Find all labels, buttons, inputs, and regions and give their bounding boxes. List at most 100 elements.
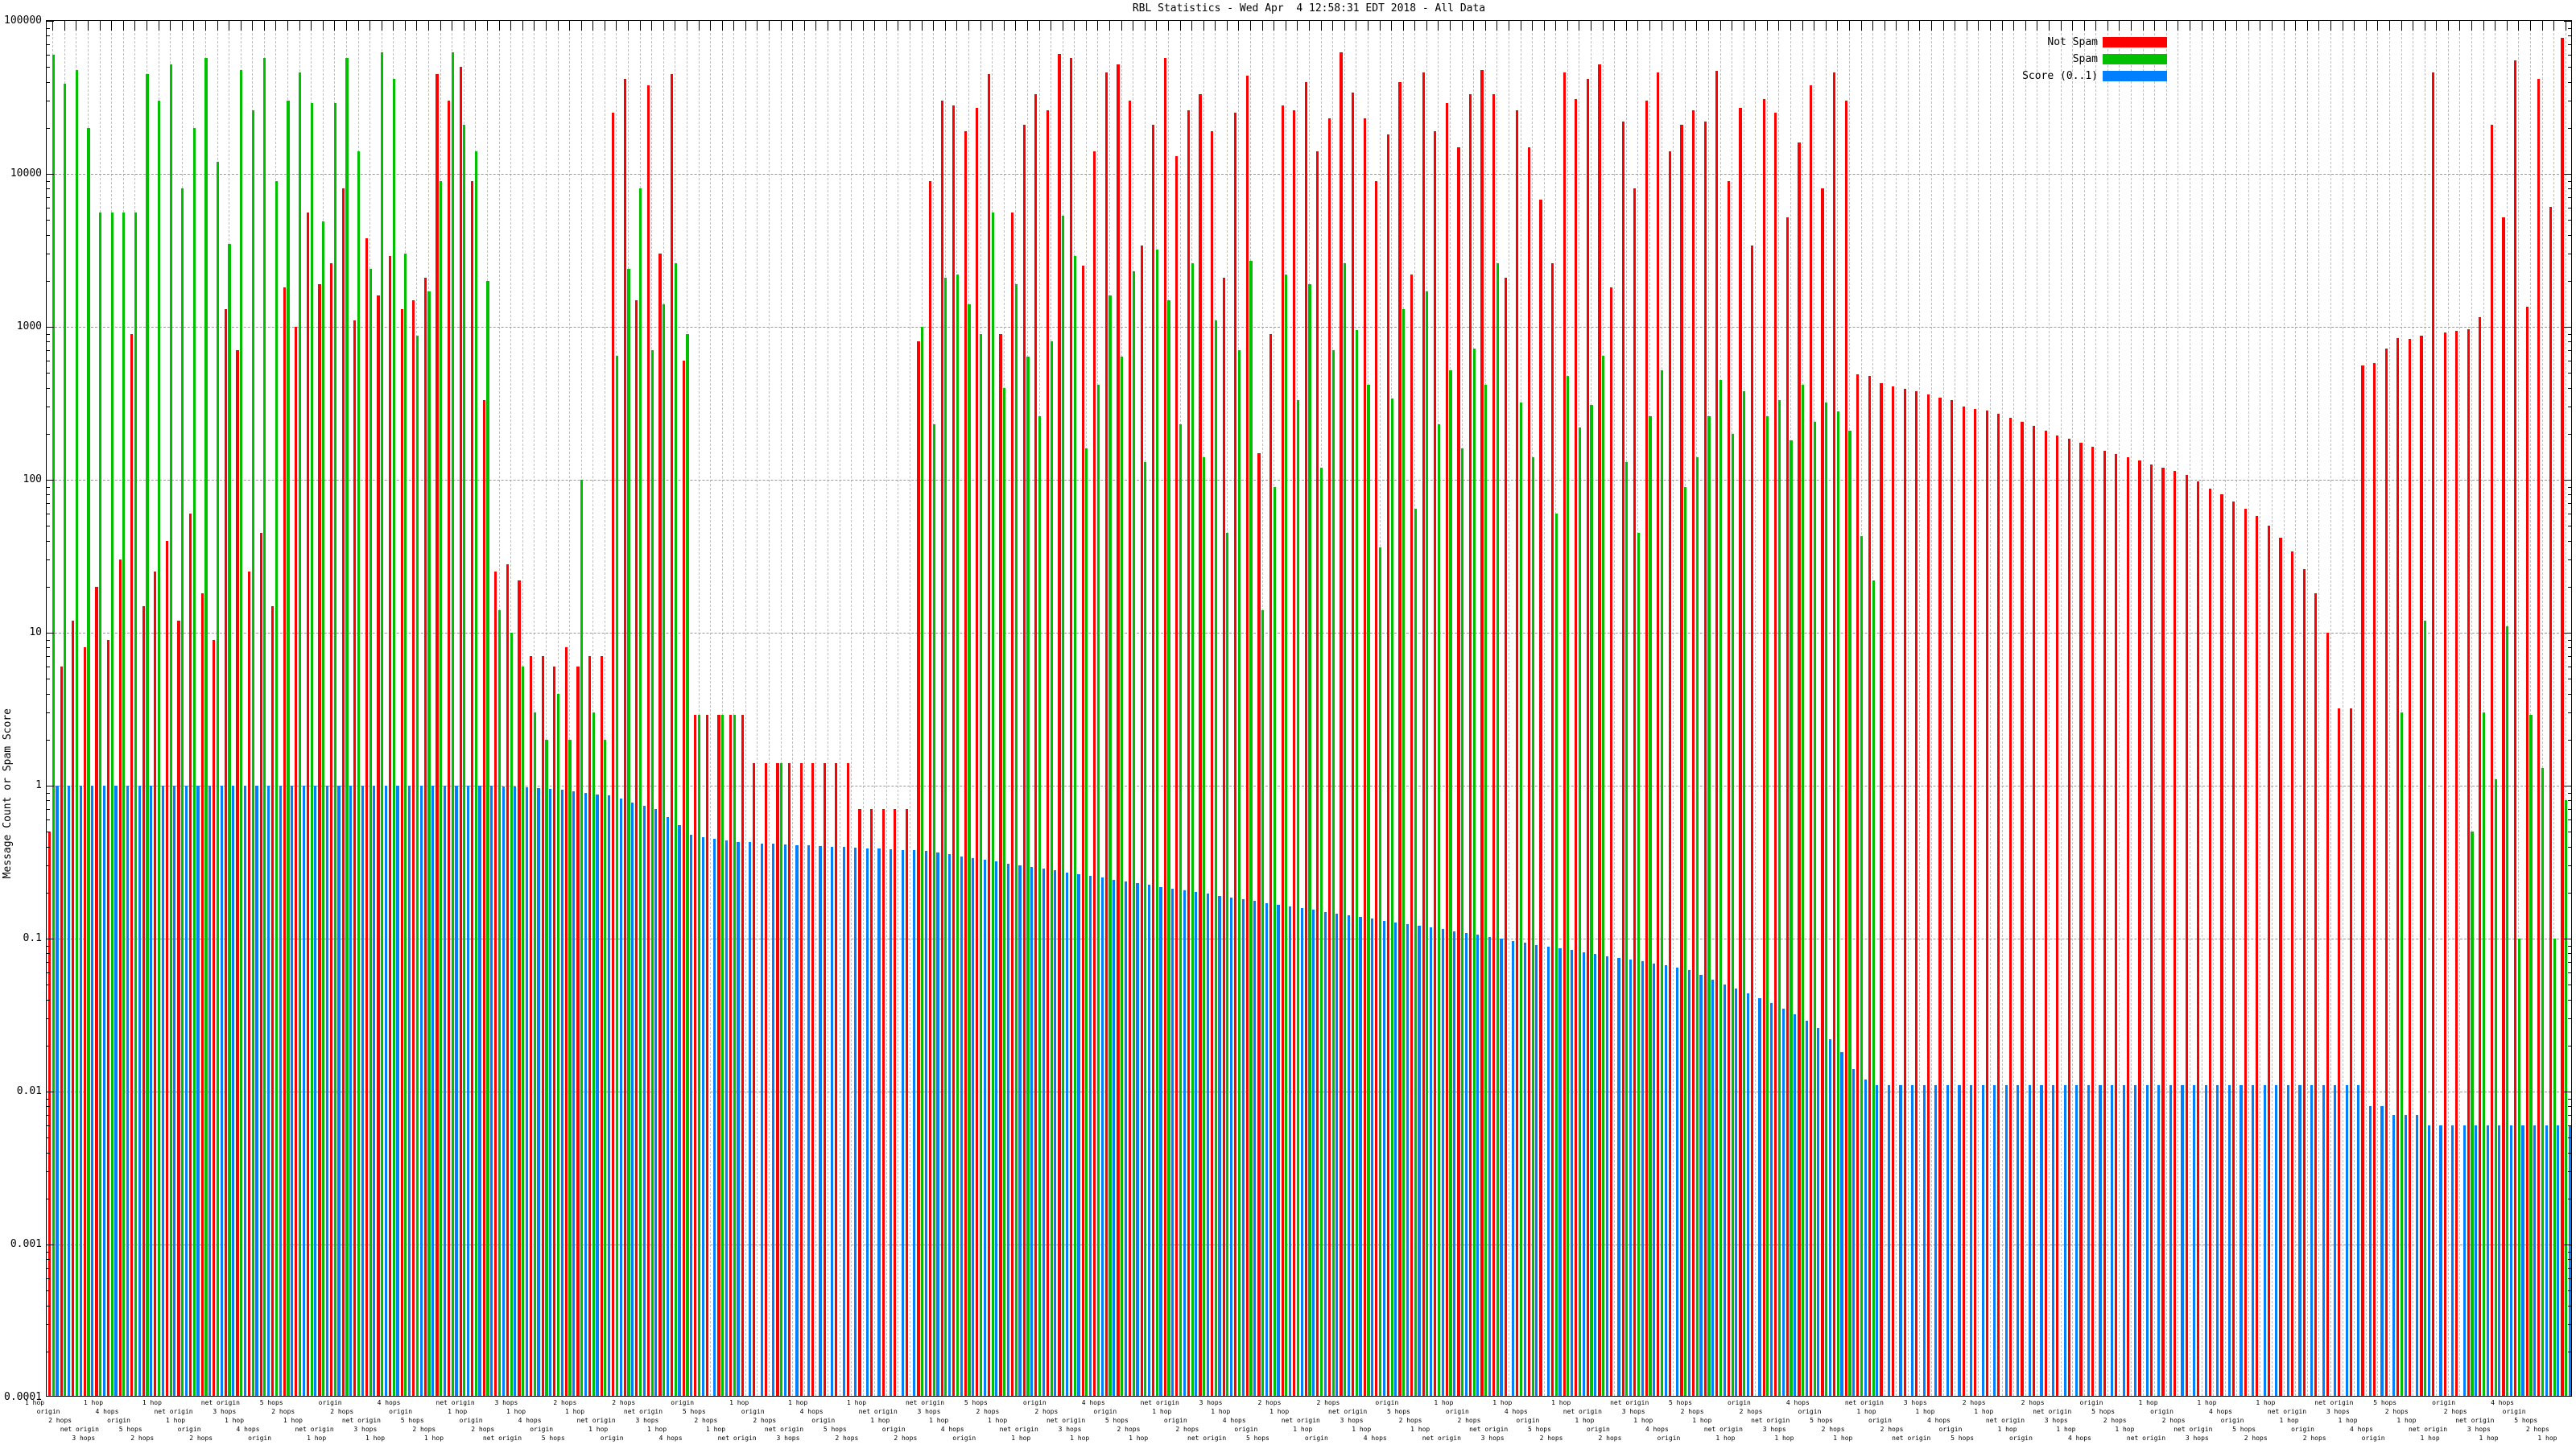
left-axis-tick [47,486,50,488]
top-tick [181,21,183,31]
bar-not-spam [835,763,838,1396]
bar-not-spam [1340,52,1343,1396]
bar-not-spam [2302,569,2306,1396]
bar-not-spam [2361,365,2364,1396]
bar-spam [2400,712,2404,1396]
bar-spam [345,58,349,1396]
bar-not-spam [2149,464,2153,1396]
x-tick-label: 4 hops [799,1408,824,1415]
left-axis-tick [47,55,50,56]
bar-not-spam [2314,593,2318,1396]
bar-score-0-1 [1523,943,1526,1396]
bar-spam [663,304,666,1396]
left-axis-tick [47,433,50,435]
left-axis-tick [47,892,50,894]
bar-score-0-1 [419,786,423,1396]
bar-not-spam [1657,72,1660,1396]
bar-spam [1062,216,1065,1396]
bar-spam [522,667,525,1396]
bar-not-spam [999,333,1002,1396]
bar-not-spam [2008,417,2013,1396]
right-axis-tick [2564,174,2571,175]
bar-score-0-1 [1781,1008,1785,1396]
x-tick-label: 5 hops [1104,1417,1129,1424]
x-tick-label: 2 hops [1739,1408,1763,1415]
x-tick-label: 1 hop [1856,1408,1876,1415]
x-tick-label: origin [1868,1417,1892,1424]
left-axis-tick [47,819,50,821]
vertical-gridline [2048,21,2050,1396]
bar-score-0-1 [2322,1085,2325,1396]
vertical-gridline [2095,21,2097,1396]
vertical-gridline [2142,21,2144,1396]
top-tick [1649,21,1650,31]
bar-not-spam [2220,494,2223,1396]
bar-spam [1567,375,1570,1396]
bar-score-0-1 [619,799,622,1396]
bar-not-spam [753,763,756,1396]
left-axis-tick [47,739,50,741]
vertical-gridline [2013,21,2015,1396]
x-tick-label: origin [2150,1408,2174,1415]
right-axis-tick [2568,1278,2571,1280]
right-axis-tick [2568,953,2571,955]
x-tick-label: 1 hop [2197,1399,2217,1406]
bar-score-0-1 [2368,1106,2372,1396]
x-tick-label: net origin [1281,1417,1320,1424]
x-tick-label: 3 hops [1621,1408,1645,1415]
bar-score-0-1 [1476,935,1480,1396]
bar-score-0-1 [1030,867,1034,1396]
top-tick [956,21,958,31]
legend-label: Not Spam [2047,36,2098,48]
bar-not-spam [2279,537,2282,1396]
bar-spam [287,101,290,1396]
x-tick-label: 3 hops [494,1399,518,1406]
x-tick-label: origin [389,1408,413,1415]
right-axis-tick [2568,712,2571,714]
bar-not-spam [1809,85,1813,1396]
bar-spam [697,715,701,1396]
top-tick [122,21,124,31]
bar-spam [1519,402,1523,1396]
x-tick-label: 1 hop [83,1399,104,1406]
left-axis-tick [47,1106,50,1108]
bar-not-spam [2267,526,2270,1396]
bar-spam [1285,274,1288,1396]
bar-not-spam [1022,124,1026,1396]
bar-not-spam [2079,442,2083,1396]
bar-score-0-1 [525,786,529,1396]
right-axis-tick [2568,647,2571,649]
bar-spam [1014,284,1018,1396]
right-axis-tick [2568,1106,2571,1108]
bar-score-0-1 [549,788,552,1396]
top-tick [1673,21,1674,31]
bar-not-spam [1492,94,1496,1396]
bar-not-spam [95,586,98,1396]
bar-not-spam [671,73,674,1396]
bar-score-0-1 [737,841,740,1396]
bar-score-0-1 [1828,1038,1832,1396]
left-axis-tick [47,792,50,794]
top-tick [99,21,101,31]
bar-not-spam [646,85,650,1396]
right-axis-tick [2568,81,2571,83]
bar-spam [240,69,243,1396]
left-axis-tick [47,341,50,343]
x-tick-label: 2 hops [2103,1417,2127,1424]
bar-score-0-1 [2134,1085,2137,1396]
top-tick [2495,21,2496,31]
left-axis-tick [47,800,50,802]
bar-not-spam [682,361,685,1396]
x-tick-label: 3 hops [776,1435,800,1442]
bar-not-spam [506,564,510,1396]
bar-score-0-1 [1265,902,1268,1396]
bar-score-0-1 [161,786,164,1396]
bar-not-spam [482,400,485,1396]
bar-score-0-1 [2486,1125,2489,1396]
bar-spam [192,127,196,1396]
x-tick-label: 4 hops [1504,1408,1528,1415]
bar-not-spam [1527,147,1531,1396]
x-tick-label: 2 hops [835,1435,859,1442]
vertical-gridline [862,21,864,1396]
top-tick [2518,21,2520,31]
